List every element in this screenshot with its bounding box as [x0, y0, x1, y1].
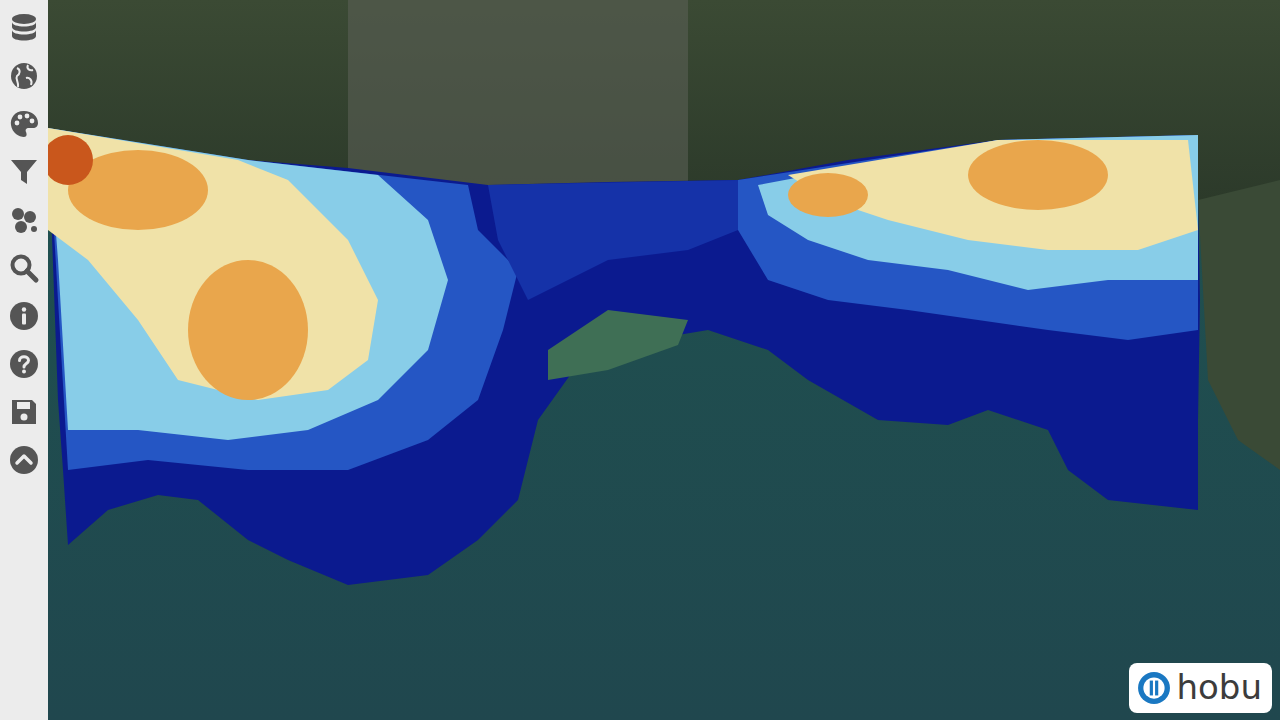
viewer: hobu [0, 0, 1280, 720]
logo-text: hobu [1177, 670, 1262, 707]
palette-icon [8, 108, 40, 140]
search-button[interactable] [8, 252, 40, 284]
save-icon [8, 396, 40, 428]
database-button[interactable] [8, 12, 40, 44]
database-icon [8, 12, 40, 44]
point-cloud-render [48, 0, 1280, 720]
cluster-icon [8, 204, 40, 236]
globe-icon [8, 60, 40, 92]
filter-button[interactable] [8, 156, 40, 188]
filter-icon [8, 156, 40, 188]
info-icon [8, 300, 40, 332]
search-icon [8, 252, 40, 284]
help-icon [8, 348, 40, 380]
help-button[interactable] [8, 348, 40, 380]
sidebar [0, 0, 48, 720]
globe-button[interactable] [8, 60, 40, 92]
info-button[interactable] [8, 300, 40, 332]
hobu-logo[interactable]: hobu [1129, 663, 1272, 713]
hobu-mark-icon [1137, 671, 1171, 705]
collapse-icon [8, 444, 40, 476]
collapse-button[interactable] [8, 444, 40, 476]
cluster-button[interactable] [8, 204, 40, 236]
palette-button[interactable] [8, 108, 40, 140]
save-button[interactable] [8, 396, 40, 428]
map-view[interactable]: hobu [48, 0, 1280, 720]
